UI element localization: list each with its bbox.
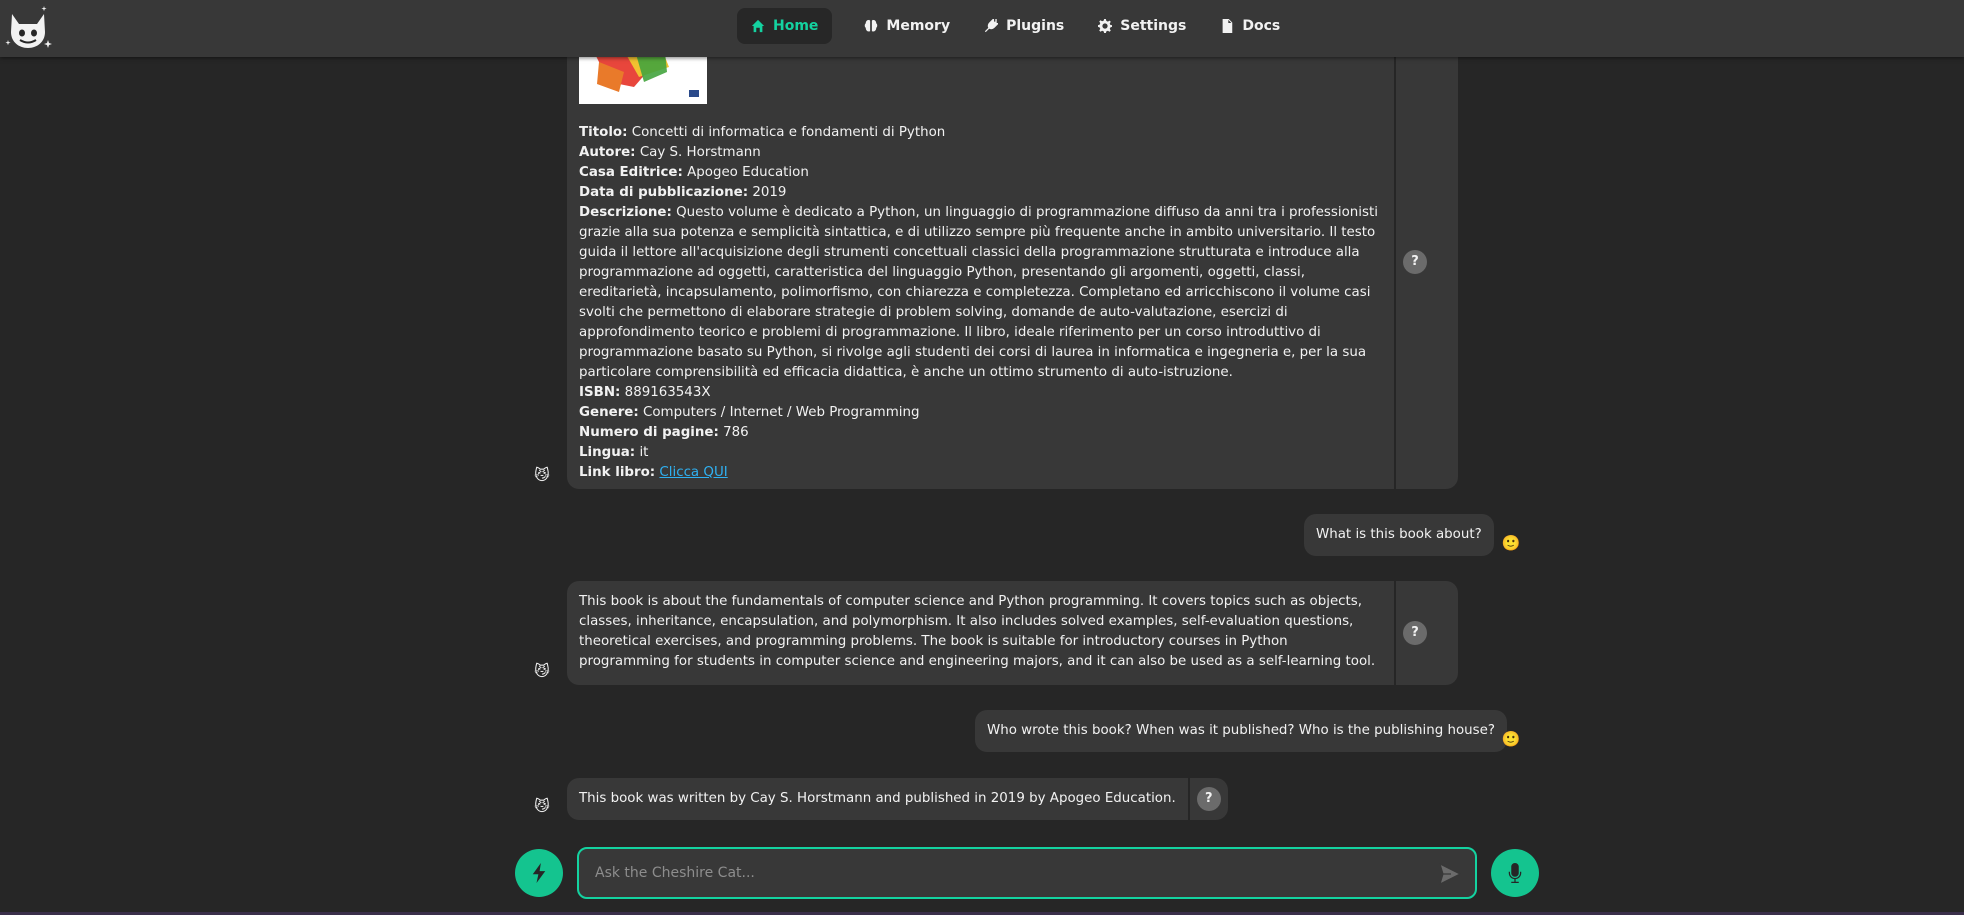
nav-settings[interactable]: Settings	[1084, 8, 1200, 44]
book-link[interactable]: Clicca QUI	[659, 465, 727, 480]
book-author-row: Autore: Cay S. Horstmann	[579, 143, 1382, 163]
bot-message: This book is about the fundamentals of c…	[567, 581, 1458, 685]
microphone-icon	[1508, 863, 1522, 883]
book-genre: Computers / Internet / Web Programming	[643, 405, 920, 420]
top-navbar: Home Memory Plugins Settings Docs	[0, 0, 1964, 57]
cheshire-cat-logo-icon[interactable]	[4, 4, 52, 52]
book-title-row: Titolo: Concetti di informatica e fondam…	[579, 123, 1382, 143]
why-button[interactable]: ?	[1403, 250, 1427, 274]
book-description-row: Descrizione: Questo volume è dedicato a …	[579, 203, 1382, 383]
book-language-row: Lingua: it	[579, 443, 1382, 463]
book-language: it	[639, 445, 649, 460]
main-nav: Home Memory Plugins Settings Docs	[737, 8, 1294, 44]
gear-icon	[1098, 19, 1113, 33]
nav-docs[interactable]: Docs	[1206, 8, 1294, 44]
why-button[interactable]: ?	[1403, 621, 1427, 645]
book-date-row: Data di pubblicazione: 2019	[579, 183, 1382, 203]
nav-home[interactable]: Home	[737, 8, 833, 44]
bot-message-text: This book was written by Cay S. Horstman…	[579, 791, 1176, 806]
nav-docs-label: Docs	[1242, 18, 1281, 34]
field-label: ISBN:	[579, 385, 621, 400]
message-input-box	[577, 847, 1477, 899]
home-icon	[751, 19, 765, 33]
field-label: Data di pubblicazione:	[579, 185, 749, 200]
book-publisher: Apogeo Education	[687, 165, 809, 180]
plug-icon	[984, 19, 999, 33]
lightning-icon	[532, 863, 546, 883]
book-cover-image	[579, 57, 707, 104]
input-bar	[0, 837, 1964, 915]
book-pages: 786	[723, 425, 749, 440]
nav-home-label: Home	[773, 18, 819, 34]
brain-icon	[865, 19, 878, 32]
nav-memory[interactable]: Memory	[850, 8, 964, 44]
book-link-row: Link libro: Clicca QUI	[579, 463, 1382, 483]
book-isbn-row: ISBN: 889163543X	[579, 383, 1382, 403]
field-label: Titolo:	[579, 125, 628, 140]
chat-messages[interactable]: Titolo: Concetti di informatica e fondam…	[0, 57, 1964, 837]
bot-message-text: This book is about the fundamentals of c…	[579, 594, 1376, 669]
book-isbn: 889163543X	[624, 385, 711, 400]
field-label: Numero di pagine:	[579, 425, 719, 440]
bot-message: Titolo: Concetti di informatica e fondam…	[567, 57, 1458, 489]
voice-input-button[interactable]	[1491, 849, 1539, 897]
why-column: ?	[1187, 778, 1228, 820]
field-label: Lingua:	[579, 445, 636, 460]
user-avatar-icon: 🙂	[1501, 730, 1521, 748]
user-message: What is this book about?	[1304, 514, 1494, 556]
user-message-text: Who wrote this book? When was it publish…	[987, 723, 1495, 738]
field-label: Autore:	[579, 145, 636, 160]
nav-plugins[interactable]: Plugins	[970, 8, 1078, 44]
field-label: Casa Editrice:	[579, 165, 683, 180]
book-date: 2019	[752, 185, 787, 200]
why-column: ?	[1394, 57, 1434, 489]
send-icon[interactable]	[1439, 863, 1461, 885]
field-label: Link libro:	[579, 465, 656, 480]
why-column: ?	[1394, 581, 1434, 685]
book-description: Questo volume è dedicato a Python, un li…	[579, 205, 1378, 380]
cat-avatar-icon: 😼	[534, 797, 550, 815]
book-publisher-row: Casa Editrice: Apogeo Education	[579, 163, 1382, 183]
book-title: Concetti di informatica e fondamenti di …	[631, 125, 946, 140]
book-genre-row: Genere: Computers / Internet / Web Progr…	[579, 403, 1382, 423]
message-input[interactable]	[579, 849, 1475, 897]
field-label: Genere:	[579, 405, 639, 420]
nav-settings-label: Settings	[1120, 18, 1187, 34]
book-pages-row: Numero di pagine: 786	[579, 423, 1382, 443]
user-message: Who wrote this book? When was it publish…	[975, 710, 1507, 752]
user-message-text: What is this book about?	[1316, 527, 1482, 542]
field-label: Descrizione:	[579, 205, 672, 220]
user-avatar-icon: 🙂	[1501, 534, 1521, 552]
bot-message: This book was written by Cay S. Horstman…	[567, 778, 1228, 820]
cat-avatar-icon: 😼	[534, 662, 550, 680]
cat-avatar-icon: 😼	[534, 466, 550, 484]
document-icon	[1222, 19, 1233, 33]
book-author: Cay S. Horstmann	[639, 145, 761, 160]
nav-plugins-label: Plugins	[1006, 18, 1065, 34]
nav-memory-label: Memory	[886, 18, 951, 34]
prompt-suggestions-button[interactable]	[515, 849, 563, 897]
why-button[interactable]: ?	[1196, 787, 1221, 811]
